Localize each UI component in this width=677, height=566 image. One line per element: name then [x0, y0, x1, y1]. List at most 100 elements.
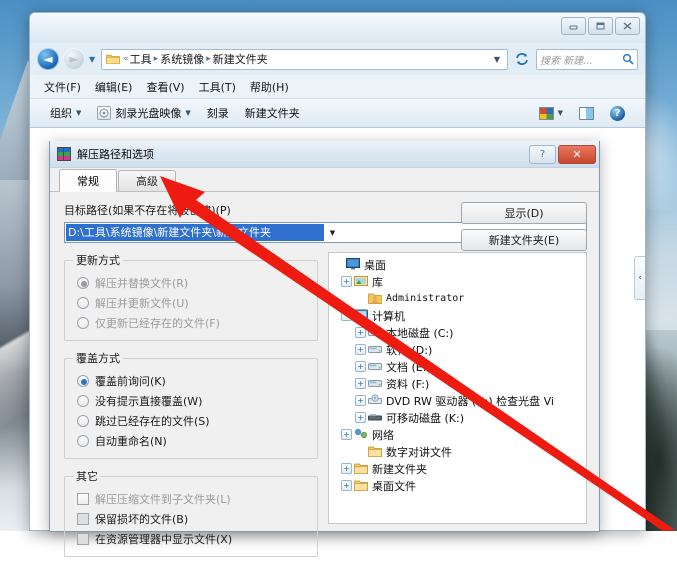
breadcrumb-overflow-chevron[interactable]: « — [123, 54, 129, 64]
new-folder-button[interactable]: 新建文件夹(E) — [461, 229, 587, 251]
menu-help[interactable]: 帮助(H) — [250, 79, 289, 95]
radio-indicator — [77, 297, 89, 309]
drive-icon — [368, 343, 382, 356]
history-dropdown-button[interactable]: ▼ — [89, 55, 95, 64]
tree-item-drive-e[interactable]: + 文档 (E:) — [331, 358, 586, 375]
tree-item-label: 桌面文件 — [372, 478, 416, 494]
destination-folder-tree[interactable]: 桌面 + 库 — [328, 252, 587, 524]
checkbox-indicator — [77, 533, 89, 545]
tree-item-administrator[interactable]: Administrator — [331, 290, 586, 307]
checkbox-indicator — [77, 513, 89, 525]
burn-button[interactable]: 刻录 — [199, 103, 237, 123]
tree-item-drive-f[interactable]: + 资料 (F:) — [331, 375, 586, 392]
tree-expander[interactable]: + — [355, 344, 366, 355]
radio-auto-rename[interactable]: 自动重命名(N) — [73, 431, 309, 451]
dialog-close-button[interactable]: ✕ — [558, 145, 596, 164]
tree-item-desktop[interactable]: 桌面 — [331, 256, 586, 273]
preview-pane-button[interactable] — [571, 105, 602, 122]
tree-expander[interactable]: + — [355, 395, 366, 406]
breadcrumb-item-2[interactable]: 新建文件夹 — [213, 51, 268, 67]
search-input[interactable]: 搜索 新建... — [536, 49, 638, 70]
user-folder-icon — [368, 292, 382, 305]
breadcrumb-separator[interactable]: ▸ — [206, 54, 211, 64]
option-label: 保留损坏的文件(B) — [95, 511, 188, 527]
checkbox-extract-to-subfolder[interactable]: 解压压缩文件到子文件夹(L) — [73, 489, 309, 509]
dialog-titlebar: 解压路径和选项 ? ✕ — [50, 141, 599, 168]
tree-item-removable-disk-k[interactable]: + 可移动磁盘 (K:) — [331, 409, 586, 426]
breadcrumb-item-0[interactable]: 工具 — [130, 51, 152, 67]
tree-expander[interactable]: + — [341, 276, 352, 287]
radio-indicator — [77, 415, 89, 427]
change-view-button[interactable]: ▼ — [531, 105, 571, 122]
overwrite-mode-group: 覆盖方式 覆盖前询问(K) 没有提示直接覆盖(W) 跳过已经存在的文件(S) — [64, 350, 318, 459]
tab-general[interactable]: 常规 — [59, 169, 117, 192]
search-placeholder: 搜索 新建... — [540, 52, 622, 67]
show-button[interactable]: 显示(D) — [461, 202, 587, 224]
tree-item-drive-d[interactable]: + 软件 (D:) — [331, 341, 586, 358]
forward-button[interactable]: ► — [63, 48, 85, 70]
breadcrumb-separator[interactable]: ▸ — [154, 54, 159, 64]
pane-collapse-button[interactable]: ‹ — [634, 256, 645, 300]
menu-edit[interactable]: 编辑(E) — [95, 79, 133, 95]
close-button[interactable] — [615, 17, 640, 35]
tree-expander — [355, 446, 366, 457]
tree-expander[interactable]: + — [355, 412, 366, 423]
maximize-button[interactable] — [588, 17, 613, 35]
refresh-icon[interactable] — [512, 49, 532, 69]
menu-file[interactable]: 文件(F) — [44, 79, 81, 95]
tree-item-label: 桌面 — [364, 257, 386, 273]
option-label: 覆盖前询问(K) — [95, 373, 166, 389]
burn-disc-image-button[interactable]: 刻录光盘映像 ▼ — [89, 103, 198, 123]
help-button[interactable]: ? — [602, 104, 633, 123]
dialog-help-button[interactable]: ? — [529, 145, 556, 164]
folder-tree-column: 桌面 + 库 — [328, 252, 587, 566]
tree-expander[interactable]: + — [355, 378, 366, 389]
minimize-button[interactable] — [561, 17, 586, 35]
options-column: 更新方式 解压并替换文件(R) 解压并更新文件(U) 仅更新已经存在的文件(F) — [64, 252, 318, 566]
radio-extract-update[interactable]: 解压并更新文件(U) — [73, 293, 309, 313]
tree-item-computer[interactable]: - 计算机 — [331, 307, 586, 324]
radio-indicator — [77, 317, 89, 329]
tree-expander[interactable]: - — [341, 310, 352, 321]
radio-skip-existing[interactable]: 跳过已经存在的文件(S) — [73, 411, 309, 431]
tree-expander[interactable]: + — [355, 361, 366, 372]
new-folder-button[interactable]: 新建文件夹 — [237, 103, 308, 123]
radio-extract-replace[interactable]: 解压并替换文件(R) — [73, 273, 309, 293]
chevron-down-icon[interactable]: ▼ — [324, 223, 341, 242]
drive-system-icon — [368, 326, 382, 339]
tab-advanced[interactable]: 高级 — [118, 170, 176, 191]
menu-view[interactable]: 查看(V) — [146, 79, 184, 95]
organize-button[interactable]: 组织 ▼ — [42, 103, 89, 123]
tree-expander[interactable]: + — [341, 429, 352, 440]
radio-update-existing-only[interactable]: 仅更新已经存在的文件(F) — [73, 313, 309, 333]
option-label: 自动重命名(N) — [95, 433, 167, 449]
tree-item-folder-desktop-files[interactable]: + 桌面文件 — [331, 477, 586, 494]
tree-expander[interactable]: + — [341, 463, 352, 474]
tree-item-label: 软件 (D:) — [386, 342, 432, 358]
checkbox-keep-broken-files[interactable]: 保留损坏的文件(B) — [73, 509, 309, 529]
address-dropdown-caret[interactable]: ▼ — [490, 55, 504, 64]
tree-item-library[interactable]: + 库 — [331, 273, 586, 290]
extraction-options-dialog: 解压路径和选项 ? ✕ 常规 高级 目标路径(如果不存在将被创建)(P) D:\… — [49, 141, 600, 532]
tree-item-local-disk-c[interactable]: + 本地磁盘 (C:) — [331, 324, 586, 341]
breadcrumb-item-1[interactable]: 系统镜像 — [160, 51, 204, 67]
tree-item-folder-new[interactable]: + 新建文件夹 — [331, 460, 586, 477]
tree-item-dvd-drive-g[interactable]: + DVD RW 驱动器 (G:) 检查光盘 Vi — [331, 392, 586, 409]
radio-ask-before-overwrite[interactable]: 覆盖前询问(K) — [73, 371, 309, 391]
tree-item-folder-digital[interactable]: 数字对讲文件 — [331, 443, 586, 460]
tree-item-network[interactable]: + 网络 — [331, 426, 586, 443]
command-toolbar: 组织 ▼ 刻录光盘映像 ▼ 刻录 新建文件夹 ▼ ? — [30, 98, 645, 128]
tree-expander[interactable]: + — [341, 480, 352, 491]
checkbox-show-files-in-explorer[interactable]: 在资源管理器中显示文件(X) — [73, 529, 309, 549]
tree-item-label: 文档 (E:) — [386, 359, 431, 375]
computer-icon — [354, 309, 368, 322]
back-button[interactable]: ◄ — [37, 48, 59, 70]
organize-label: 组织 — [50, 105, 72, 121]
radio-overwrite-without-prompt[interactable]: 没有提示直接覆盖(W) — [73, 391, 309, 411]
menu-tools[interactable]: 工具(T) — [199, 79, 236, 95]
radio-indicator — [77, 395, 89, 407]
tree-expander[interactable]: + — [355, 327, 366, 338]
dvd-icon — [368, 394, 382, 407]
address-bar[interactable]: « 工具 ▸ 系统镜像 ▸ 新建文件夹 ▼ — [101, 49, 508, 70]
tree-item-label: DVD RW 驱动器 (G:) 检查光盘 Vi — [386, 393, 554, 409]
